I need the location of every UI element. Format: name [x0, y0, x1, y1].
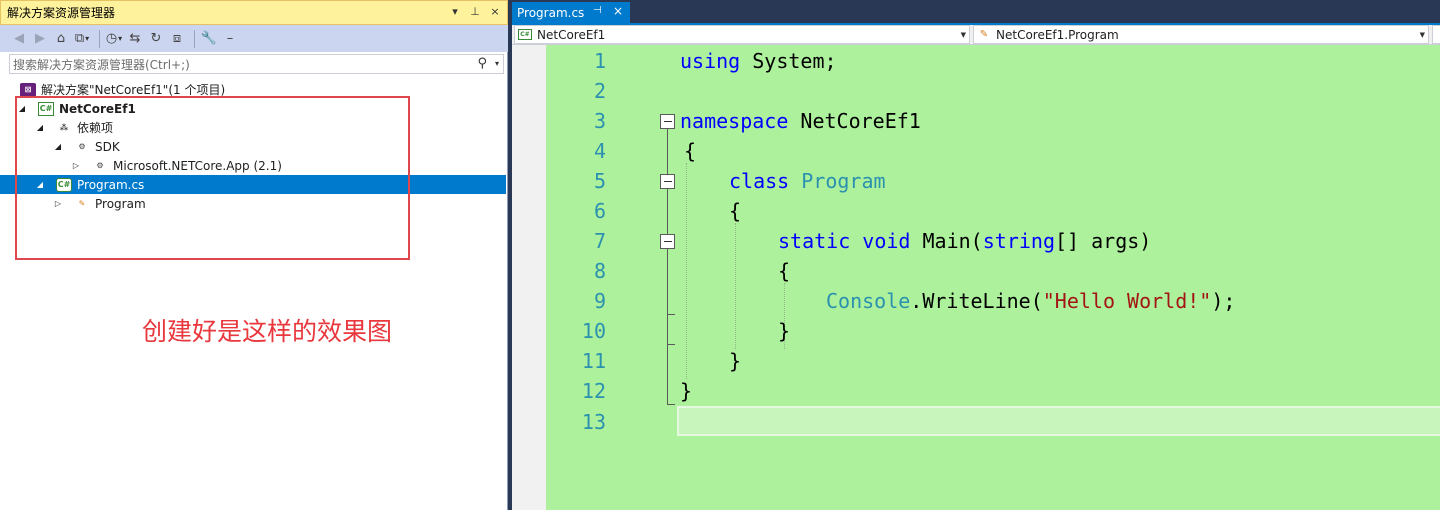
code-text-area[interactable]: 1 2 3 4 5 6 7 8 9 10 11 12 13 using Syst… — [512, 45, 1440, 510]
code-token: } — [680, 379, 693, 403]
annotation-text: 创建好是这样的效果图 — [142, 317, 393, 346]
back-icon[interactable]: ◀ — [10, 29, 28, 49]
code-line-8: { — [778, 256, 790, 286]
code-line-7: static void Main(string[] args) — [778, 226, 1151, 256]
tab-label: Program.cs — [517, 5, 585, 20]
search-placeholder: 搜索解决方案资源管理器(Ctrl+;) — [13, 57, 190, 72]
collapse-all-icon[interactable]: ⧈ — [168, 29, 186, 49]
collapse-namespace-icon[interactable] — [660, 114, 675, 129]
outline-line — [667, 129, 668, 405]
csharp-project-icon: C# — [518, 29, 532, 40]
collapse-method-icon[interactable] — [660, 234, 675, 249]
code-line-9: Console.WriteLine("Hello World!"); — [826, 286, 1235, 316]
outline-end — [667, 314, 675, 315]
code-token: { — [729, 199, 742, 223]
solution-explorer-title: 解决方案资源管理器 — [7, 6, 116, 20]
line-number: 11 — [581, 349, 606, 373]
pending-changes-filter-icon[interactable]: ◷ ▾ — [105, 29, 123, 49]
toolbar-separator — [99, 29, 100, 48]
preview-selected-items-icon[interactable]: – — [221, 29, 239, 49]
outline-end — [667, 404, 675, 405]
member-dropdown[interactable] — [1432, 25, 1440, 44]
solution-explorer-toolbar: ◀ ▶ ⌂ ⧉ ▾ ◷ ▾ ⇆ ↻ ⧈ 🔧 – — [0, 25, 508, 52]
line-number: 6 — [593, 199, 606, 223]
line-number: 12 — [581, 379, 606, 403]
line-number: 5 — [593, 169, 606, 193]
properties-wrench-icon[interactable]: 🔧 — [200, 29, 218, 49]
sync-with-active-document-icon[interactable]: ⇆ — [126, 29, 144, 49]
code-token: [] args) — [1054, 229, 1152, 253]
code-token: { — [684, 139, 697, 163]
code-token: } — [778, 319, 791, 343]
code-token: Main( — [922, 229, 983, 253]
code-token: NetCoreEf1 — [788, 109, 921, 133]
close-icon[interactable]: × — [489, 5, 501, 18]
tab-program-cs[interactable]: Program.cs ⊣ × — [512, 2, 630, 23]
code-line-12: } — [680, 376, 692, 406]
collapse-class-icon[interactable] — [660, 174, 675, 189]
code-token: ); — [1211, 289, 1236, 313]
line-number: 3 — [593, 109, 606, 133]
keyword-token: class — [729, 169, 790, 193]
code-line-6: { — [729, 196, 741, 226]
switch-views-icon[interactable]: ⧉ ▾ — [73, 29, 91, 49]
class-icon: ✎ — [979, 29, 989, 40]
navigation-bar: C# NetCoreEf1 ▼ ✎ NetCoreEf1.Program ▼ — [512, 25, 1440, 45]
solution-icon: ⊠ — [20, 82, 36, 97]
indicator-margin — [512, 45, 546, 510]
code-token: } — [729, 349, 742, 373]
code-line-4: { — [684, 136, 696, 166]
line-number: 4 — [593, 139, 606, 163]
line-number: 2 — [593, 79, 606, 103]
code-token: System; — [740, 49, 837, 73]
line-number: 1 — [593, 49, 606, 73]
code-line-5: class Program — [729, 166, 886, 196]
type-dropdown-value: NetCoreEf1.Program — [996, 27, 1119, 42]
code-token: { — [778, 259, 791, 283]
type-token: Console — [826, 289, 911, 313]
home-icon[interactable]: ⌂ — [52, 29, 70, 49]
line-number: 13 — [581, 410, 606, 434]
title-actions: ▾ ⊥ × — [449, 5, 501, 18]
keyword-token: namespace — [680, 109, 789, 133]
search-icon[interactable]: ⚲ — [477, 56, 487, 71]
line-number: 9 — [593, 289, 606, 313]
tab-close-icon[interactable]: × — [613, 4, 623, 18]
project-dropdown-value: NetCoreEf1 — [537, 27, 606, 42]
line-number: 8 — [593, 259, 606, 283]
pin-icon[interactable]: ⊥ — [469, 5, 481, 18]
type-dropdown[interactable]: ✎ NetCoreEf1.Program ▼ — [973, 25, 1429, 44]
window-position-dropdown-icon[interactable]: ▾ — [449, 5, 461, 18]
annotation-highlight-box — [15, 96, 410, 260]
code-line-3: namespace NetCoreEf1 — [680, 106, 921, 136]
string-token: "Hello World!" — [1042, 289, 1212, 313]
outline-end — [667, 344, 675, 345]
project-dropdown[interactable]: C# NetCoreEf1 ▼ — [514, 25, 970, 44]
solution-explorer-titlebar: 解决方案资源管理器 ▾ ⊥ × — [0, 0, 508, 25]
chevron-down-icon: ▼ — [960, 31, 966, 39]
chevron-down-icon: ▼ — [1419, 31, 1425, 39]
type-token: Program — [801, 169, 886, 193]
toolbar-separator — [194, 29, 195, 48]
forward-icon[interactable]: ▶ — [31, 29, 49, 49]
refresh-icon[interactable]: ↻ — [147, 29, 165, 49]
code-editor: Program.cs ⊣ × C# NetCoreEf1 ▼ ✎ NetCore… — [512, 0, 1440, 510]
keyword-token: string — [982, 229, 1055, 253]
current-line-highlight — [677, 406, 1440, 436]
line-number: 10 — [581, 319, 606, 343]
keyword-token: using — [680, 49, 741, 73]
keyword-token: static — [778, 229, 851, 253]
indent-guide — [735, 223, 736, 349]
search-options-dropdown-icon[interactable]: ▾ — [495, 59, 499, 68]
code-line-11: } — [729, 346, 741, 376]
tab-pin-icon[interactable]: ⊣ — [593, 5, 602, 16]
line-number: 7 — [593, 229, 606, 253]
code-line-1: using System; — [680, 46, 837, 76]
solution-explorer-search-input[interactable]: 搜索解决方案资源管理器(Ctrl+;) ⚲ ▾ — [9, 54, 504, 74]
code-line-10: } — [778, 316, 790, 346]
code-token: .WriteLine( — [910, 289, 1043, 313]
indent-guide — [686, 163, 687, 379]
solution-explorer-panel: 解决方案资源管理器 ▾ ⊥ × ◀ ▶ ⌂ ⧉ ▾ ◷ ▾ ⇆ ↻ ⧈ 🔧 – 搜索… — [0, 0, 508, 510]
keyword-token: void — [862, 229, 911, 253]
